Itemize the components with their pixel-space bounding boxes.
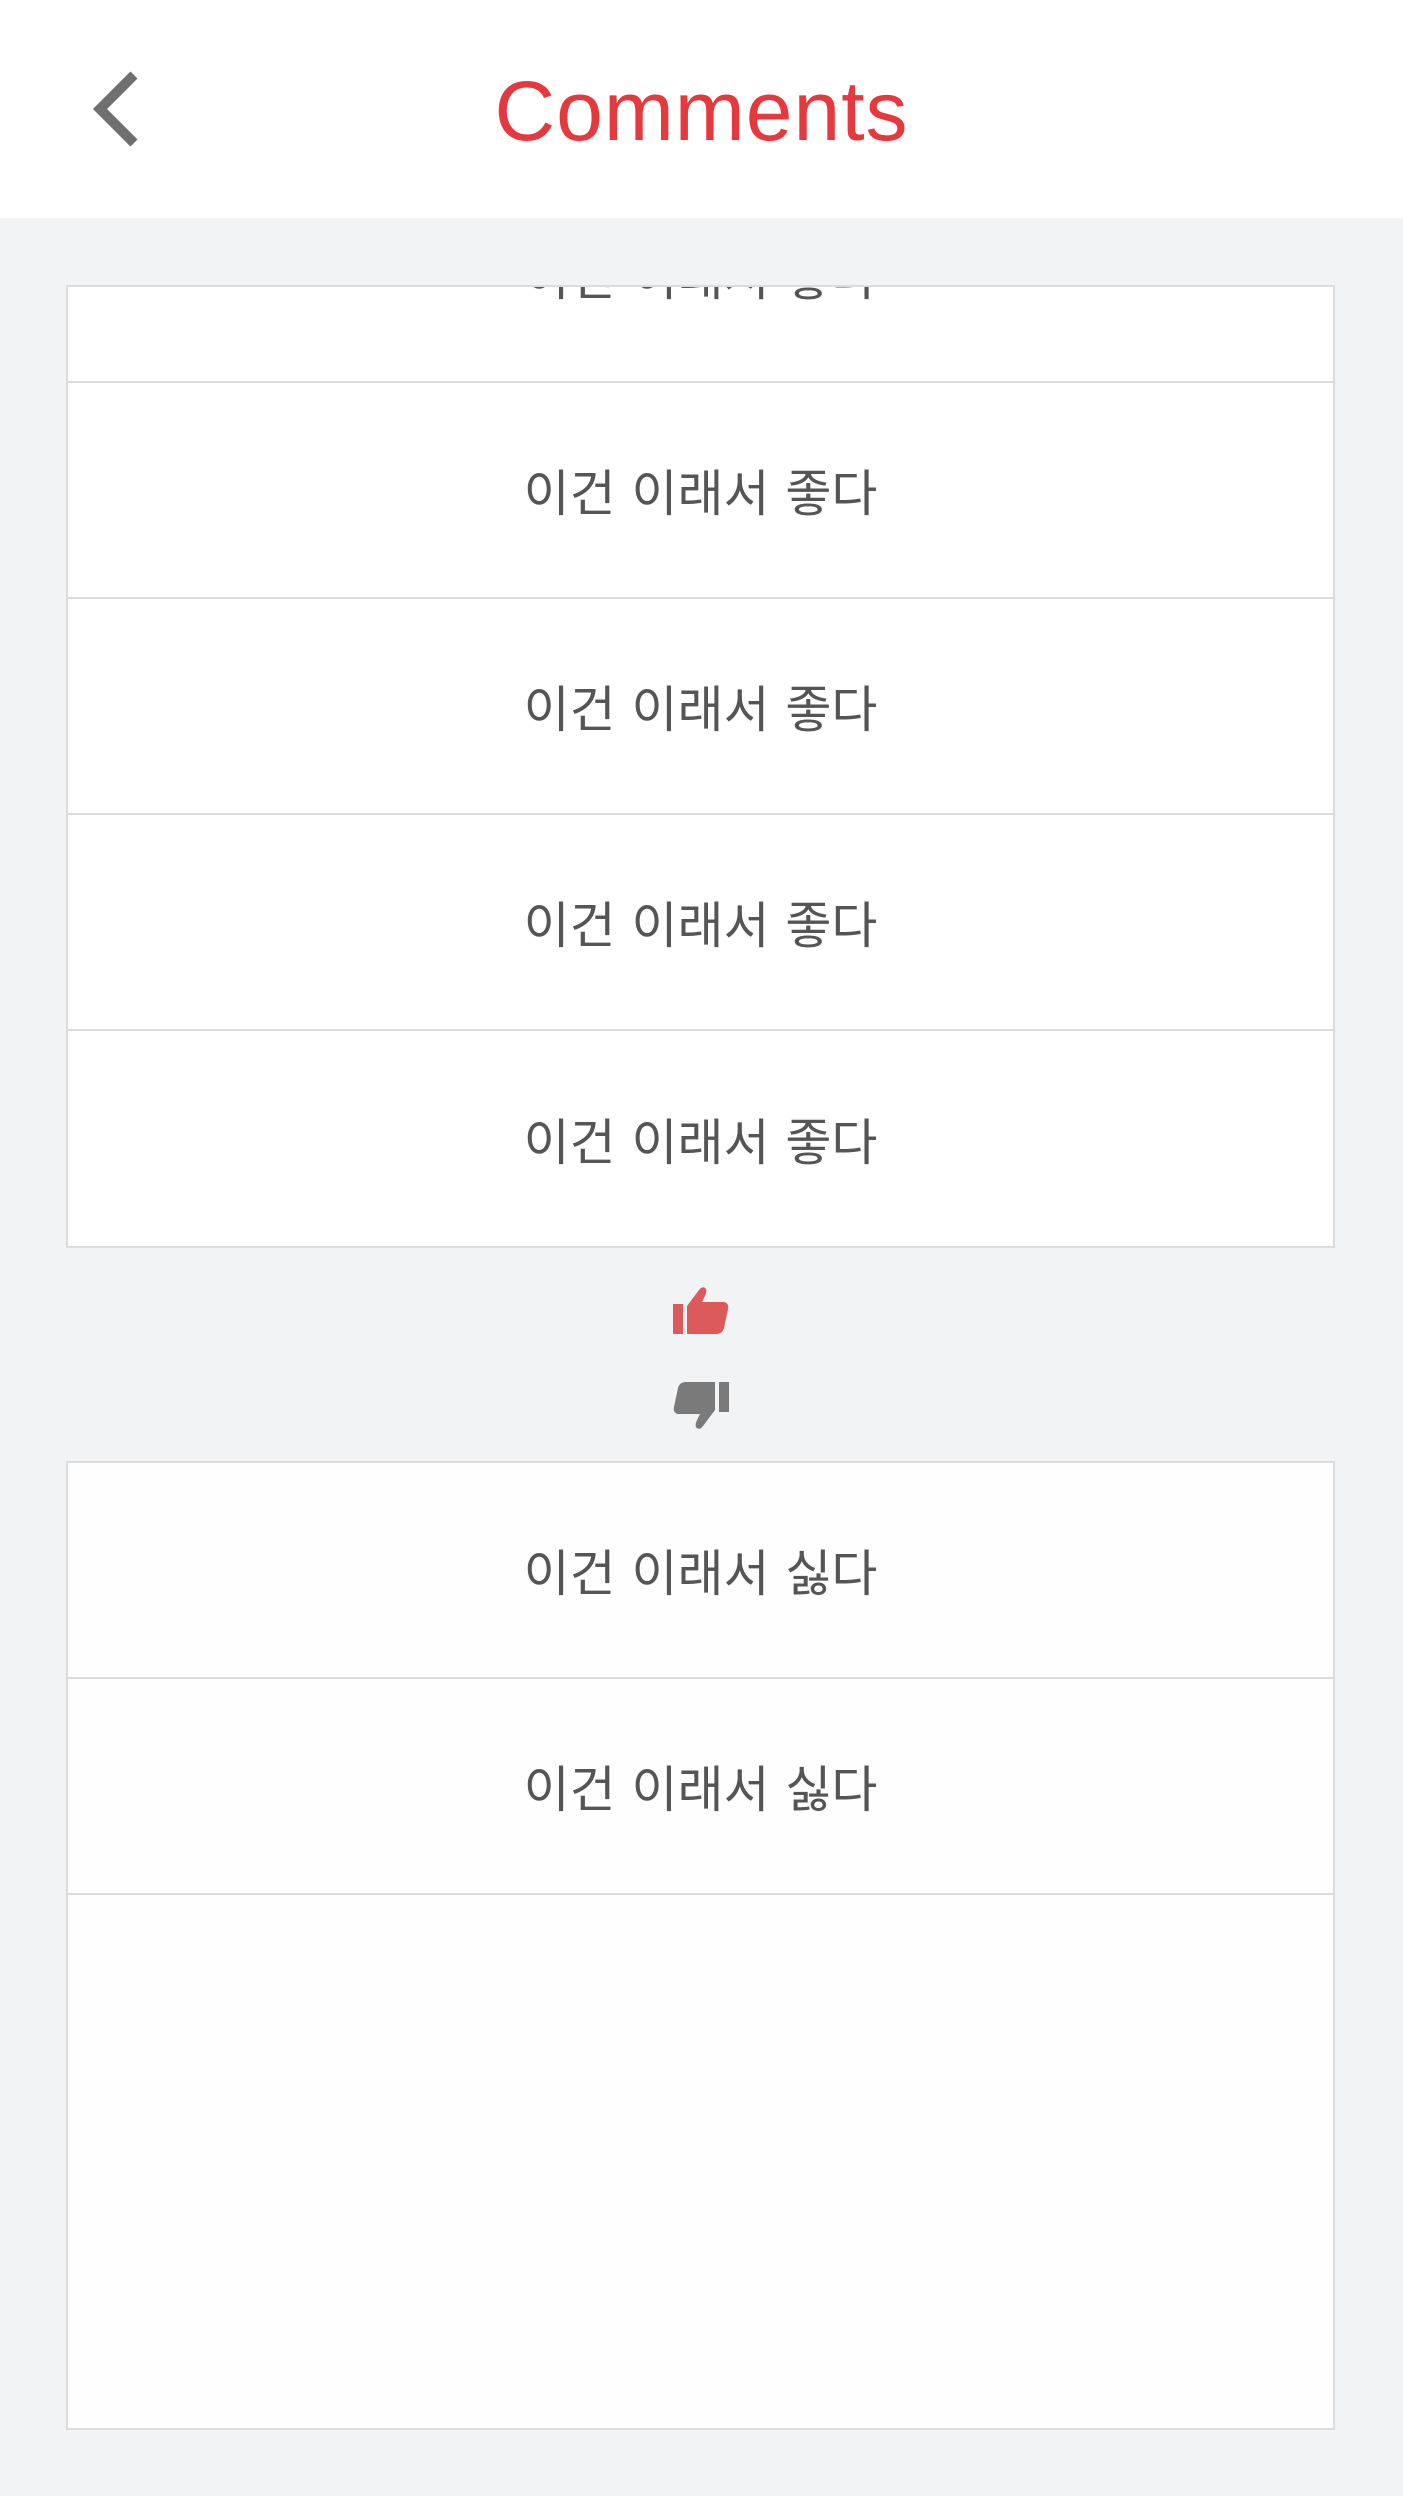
list-item: 이건 이래서 좋다 — [68, 287, 1333, 383]
comment-text: 이건 이래서 싫다 — [523, 1545, 878, 1603]
comment-text: 이건 이래서 싫다 — [523, 1761, 878, 1819]
list-item: 이건 이래서 좋다 — [68, 1031, 1333, 1246]
like-button[interactable] — [666, 1277, 736, 1343]
thumbs-up-icon — [673, 1287, 729, 1334]
dislike-comment-list[interactable]: 이건 이래서 싫다 이건 이래서 싫다 — [66, 1461, 1335, 2430]
comment-text: 이건 이래서 좋다 — [523, 897, 878, 955]
comment-text: 이건 이래서 좋다 — [523, 465, 878, 523]
back-button[interactable] — [82, 66, 152, 152]
dislike-button[interactable] — [666, 1373, 736, 1439]
list-item: 이건 이래서 싫다 — [68, 1679, 1333, 1895]
header-bar: Comments — [0, 0, 1403, 218]
comment-text: 이건 이래서 좋다 — [524, 287, 878, 310]
list-item: 이건 이래서 좋다 — [68, 815, 1333, 1031]
comment-text: 이건 이래서 좋다 — [523, 681, 878, 739]
list-item: 이건 이래서 싫다 — [68, 1463, 1333, 1679]
chevron-left-icon — [92, 71, 138, 147]
list-item: 이건 이래서 좋다 — [68, 599, 1333, 815]
comment-text: 이건 이래서 좋다 — [523, 1113, 878, 1172]
thumbs-down-icon — [673, 1382, 729, 1429]
list-item: 이건 이래서 좋다 — [68, 383, 1333, 599]
page-title: Comments — [494, 64, 909, 158]
like-comment-list[interactable]: 이건 이래서 좋다 이건 이래서 좋다 이건 이래서 좋다 이건 이래서 좋다 … — [66, 285, 1335, 1248]
